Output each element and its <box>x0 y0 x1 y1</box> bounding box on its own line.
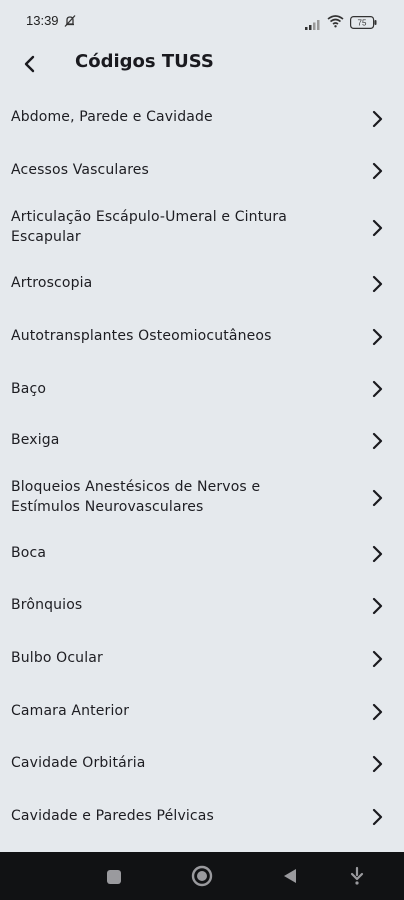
alarm-off-icon <box>63 13 77 32</box>
chevron-right-icon <box>372 755 383 773</box>
app-header: Códigos TUSS <box>0 36 404 92</box>
list-item-label: Bulbo Ocular <box>11 650 103 666</box>
status-time: 13:39 <box>26 13 59 28</box>
list-item-label: Cavidade Orbitária <box>11 755 146 771</box>
status-bar: 13:39 75 <box>0 0 404 36</box>
list-item[interactable]: Articulação Escápulo-Umeral e Cintura Es… <box>0 198 404 258</box>
back-triangle-icon <box>284 869 296 883</box>
chevron-right-icon <box>372 219 383 237</box>
recent-apps-button[interactable] <box>104 867 124 887</box>
list-item-label: Cavidade e Paredes Pélvicas <box>11 808 214 824</box>
list-item-label: Brônquios <box>11 597 83 613</box>
list-item-label: Articulação Escápulo-Umeral e Cintura Es… <box>11 209 288 245</box>
list-item[interactable]: Bulbo Ocular <box>0 633 404 685</box>
chevron-right-icon <box>372 432 383 450</box>
wifi-icon <box>327 13 344 32</box>
list-item[interactable]: Camara Anterior <box>0 685 404 738</box>
chevron-right-icon <box>372 110 383 128</box>
list-item-label: Bloqueios Anestésicos de Nervos e Estímu… <box>11 479 261 515</box>
home-icon <box>191 865 213 887</box>
battery-level: 75 <box>358 19 367 28</box>
home-button[interactable] <box>190 864 214 888</box>
list-item-label: Boca <box>11 545 47 561</box>
list-item-label: Abdome, Parede e Cavidade <box>11 109 213 125</box>
list-item[interactable]: Autotransplantes Osteomiocutâneos <box>0 310 404 363</box>
battery-icon: 75 <box>350 14 378 33</box>
chevron-right-icon <box>372 703 383 721</box>
chevron-right-icon <box>372 808 383 826</box>
page-title: Códigos TUSS <box>75 51 214 72</box>
chevron-right-icon <box>372 380 383 398</box>
chevron-right-icon <box>372 162 383 180</box>
list-item-label: Bexiga <box>11 432 60 448</box>
signal-icon <box>305 15 323 34</box>
back-nav-button[interactable] <box>280 866 300 886</box>
chevron-right-icon <box>372 545 383 563</box>
list-item[interactable]: Artroscopia <box>0 258 404 310</box>
system-nav-bar <box>0 852 404 900</box>
list-item[interactable]: Baço <box>0 363 404 415</box>
gesture-icon <box>350 866 364 885</box>
chevron-right-icon <box>372 328 383 346</box>
list-item-label: Baço <box>11 381 47 397</box>
list-item[interactable]: Boca <box>0 528 404 580</box>
list-item[interactable]: Brônquios <box>0 580 404 633</box>
back-button[interactable] <box>14 48 46 80</box>
list-item-label: Camara Anterior <box>11 703 130 719</box>
recent-apps-icon <box>107 870 121 884</box>
gesture-button[interactable] <box>347 866 367 886</box>
list-item[interactable]: Cavidade e Paredes Pélvicas <box>0 791 404 844</box>
tuss-category-list: Abdome, Parede e Cavidade Acessos Vascul… <box>0 92 404 852</box>
list-item[interactable]: Abdome, Parede e Cavidade <box>0 92 404 145</box>
chevron-right-icon <box>372 650 383 668</box>
list-item[interactable]: Bloqueios Anestésicos de Nervos e Estímu… <box>0 468 404 528</box>
chevron-right-icon <box>372 489 383 507</box>
list-item[interactable]: Bexiga <box>0 415 404 468</box>
chevron-right-icon <box>372 597 383 615</box>
list-item[interactable]: Acessos Vasculares <box>0 145 404 198</box>
list-item-label: Artroscopia <box>11 275 93 291</box>
arrow-left-icon <box>24 55 35 73</box>
list-item-label: Autotransplantes Osteomiocutâneos <box>11 328 272 344</box>
chevron-right-icon <box>372 275 383 293</box>
list-item[interactable]: Cavidade Orbitária <box>0 738 404 791</box>
list-item-label: Acessos Vasculares <box>11 162 149 178</box>
